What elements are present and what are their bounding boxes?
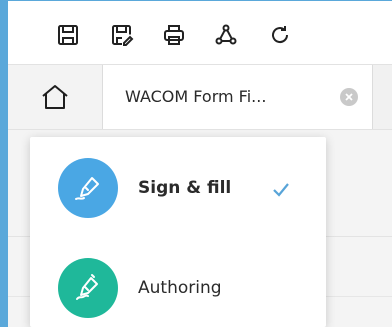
pen-sign-icon bbox=[58, 158, 118, 218]
menu-item-sign-fill[interactable]: Sign & fill bbox=[30, 143, 326, 233]
tab-home[interactable] bbox=[8, 65, 103, 129]
quick-access-toolbar bbox=[8, 0, 392, 64]
check-icon bbox=[273, 183, 289, 197]
tab-document[interactable]: WACOM Form Fi... bbox=[103, 65, 373, 129]
close-icon[interactable] bbox=[340, 88, 358, 106]
window-border bbox=[0, 0, 8, 327]
menu-item-label: Authoring bbox=[138, 278, 222, 298]
share-icon[interactable] bbox=[212, 21, 240, 49]
redo-icon[interactable] bbox=[266, 21, 294, 49]
print-icon[interactable] bbox=[160, 21, 188, 49]
mode-menu: Sign & fill Authoring bbox=[30, 137, 326, 327]
menu-item-authoring[interactable]: Authoring bbox=[30, 243, 326, 327]
save-icon[interactable] bbox=[54, 21, 82, 49]
tab-bar: WACOM Form Fi... bbox=[8, 64, 392, 130]
save-as-icon[interactable] bbox=[108, 21, 136, 49]
app-window: WACOM Form Fi... Sign & fill Authoring bbox=[0, 0, 392, 327]
home-icon bbox=[42, 85, 68, 109]
pen-author-icon bbox=[58, 258, 118, 318]
document-tab-title: WACOM Form Fi... bbox=[125, 87, 267, 106]
menu-item-label: Sign & fill bbox=[138, 178, 232, 198]
